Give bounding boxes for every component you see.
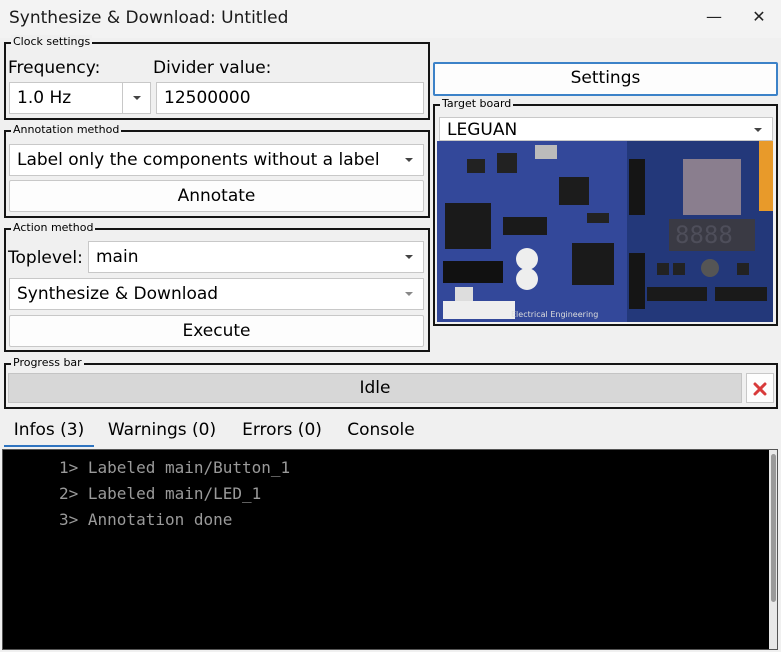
board-engineering-text: Electrical Engineering [511,310,598,319]
frequency-value: 1.0 Hz [17,88,72,108]
console-line: 2> Labeled main/LED_1 [59,484,262,503]
action-method-group: Action method Toplevel: main Synthesize … [4,221,430,352]
execute-button[interactable]: Execute [9,315,424,347]
console-line: 3> Annotation done [59,510,233,529]
annotation-method-select[interactable]: Label only the components without a labe… [9,144,424,176]
chevron-down-icon[interactable] [122,83,150,113]
settings-button[interactable]: Settings [433,62,778,96]
action-select[interactable]: Synthesize & Download [9,278,424,310]
annotate-button[interactable]: Annotate [9,180,424,212]
progress-bar-group: Progress bar Idle [4,356,778,409]
tab-errors[interactable]: Errors (0) [236,415,328,445]
chevron-down-icon [403,279,415,309]
synthesize-download-window: Synthesize & Download: Untitled — ✕ Cloc… [0,0,781,652]
clock-settings-group: Clock settings Frequency: Divider value:… [4,35,430,120]
console-line: 1> Labeled main/Button_1 [59,458,291,477]
annotation-method-group: Annotation method Label only the compone… [4,123,430,218]
annotation-method-value: Label only the components without a labe… [17,150,380,170]
console-output[interactable]: 1> Labeled main/Button_1 2> Labeled main… [2,449,778,650]
toplevel-label: Toplevel: [8,248,83,268]
clock-settings-label: Clock settings [11,35,93,49]
close-window-button[interactable]: ✕ [739,6,779,30]
message-tabs: Infos (3) Warnings (0) Errors (0) Consol… [0,415,781,447]
scrollbar-thumb[interactable] [771,454,776,602]
progress-status: Idle [359,378,391,398]
toplevel-select[interactable]: main [88,241,424,273]
board-photo: 8888 Electrical Engineering [437,141,773,322]
window-title: Synthesize & Download: Untitled [9,8,289,28]
minimize-button[interactable]: — [694,6,734,30]
close-icon [752,378,768,397]
toplevel-value: main [96,247,139,267]
chevron-down-icon [403,145,415,175]
tab-warnings[interactable]: Warnings (0) [102,415,222,445]
progress-bar: Idle [8,373,742,403]
title-bar: Synthesize & Download: Untitled — ✕ [0,0,781,38]
annotation-method-label: Annotation method [11,123,122,137]
target-board-label: Target board [440,97,514,111]
console-scrollbar[interactable] [769,450,777,649]
action-method-label: Action method [11,221,96,235]
tab-console[interactable]: Console [340,415,422,445]
cancel-button[interactable] [746,373,774,403]
chevron-down-icon [403,242,415,272]
target-board-value: LEGUAN [447,120,518,140]
divider-label: Divider value: [153,58,272,78]
action-value: Synthesize & Download [17,284,219,304]
frequency-select[interactable]: 1.0 Hz [9,82,151,114]
progress-bar-label: Progress bar [11,356,84,370]
divider-value-input[interactable]: 12500000 [156,82,424,114]
target-board-group: Target board LEGUAN 8888 Electrical Engi… [433,97,778,326]
divider-value: 12500000 [164,88,251,108]
svg-text:8888: 8888 [675,221,733,249]
target-board-select[interactable]: LEGUAN [439,117,773,141]
tab-infos[interactable]: Infos (3) [4,415,94,447]
frequency-label: Frequency: [8,58,101,78]
chevron-down-icon [752,118,764,140]
